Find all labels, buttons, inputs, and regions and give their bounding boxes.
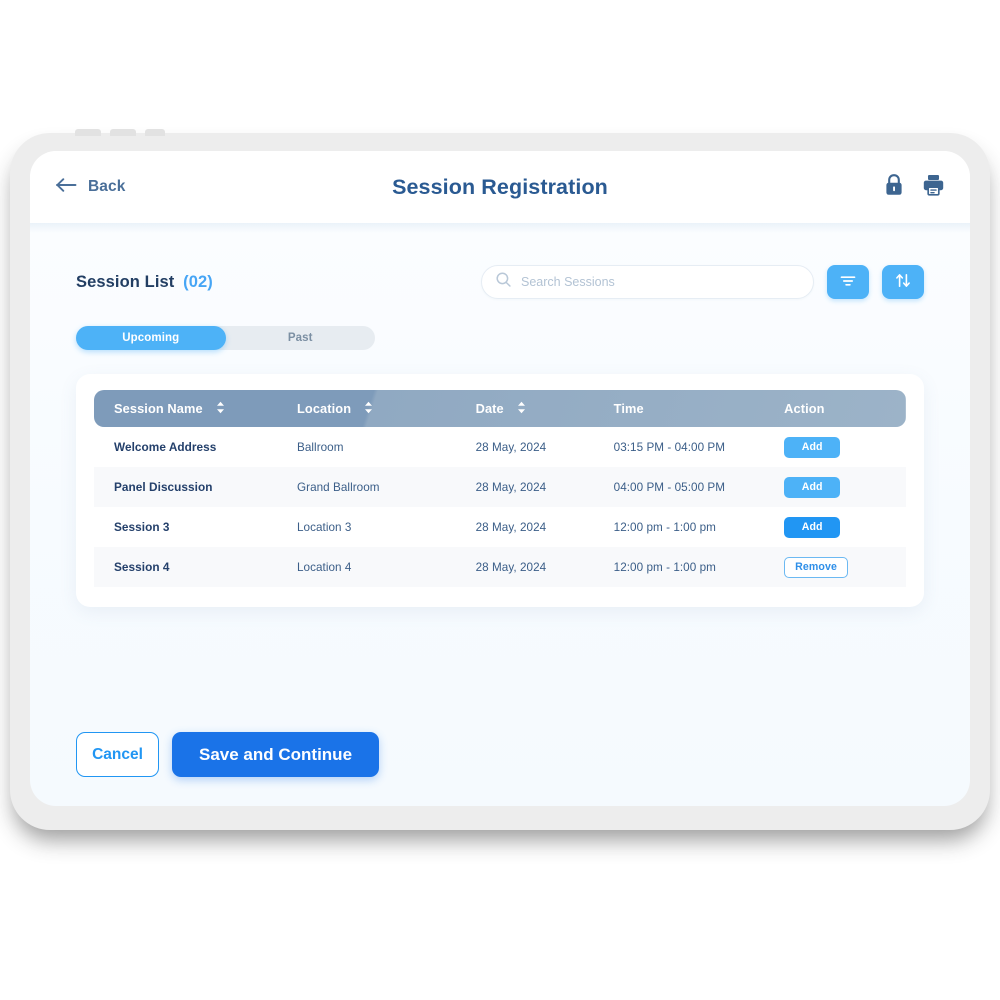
remove-session-button[interactable]: Remove bbox=[784, 556, 848, 578]
toolbar-actions bbox=[481, 265, 924, 299]
sort-toggle-icon[interactable] bbox=[216, 401, 225, 417]
tab-past[interactable]: Past bbox=[226, 326, 376, 350]
column-location-label: Location bbox=[297, 401, 352, 416]
cell-date: 28 May, 2024 bbox=[475, 520, 547, 534]
device-button-nub bbox=[110, 129, 136, 136]
cancel-button[interactable]: Cancel bbox=[76, 732, 159, 777]
cell-action: Add bbox=[784, 507, 906, 547]
column-time-label: Time bbox=[613, 401, 644, 416]
column-action: Action bbox=[784, 390, 906, 427]
cell-location: Location 4 bbox=[297, 560, 352, 574]
cell-action: Remove bbox=[784, 547, 906, 587]
table-row: Session 3 Location 3 28 May, 2024 12:00 … bbox=[94, 507, 906, 547]
back-button[interactable]: Back bbox=[56, 177, 126, 197]
column-action-label: Action bbox=[784, 401, 825, 416]
cell-location: Ballroom bbox=[297, 440, 344, 454]
table-header: Session Name Location Date Time Action bbox=[94, 390, 906, 427]
add-session-button[interactable]: Add bbox=[784, 476, 841, 498]
filter-button[interactable] bbox=[827, 265, 869, 299]
cell-action: Add bbox=[784, 427, 906, 467]
cell-date: 28 May, 2024 bbox=[475, 560, 547, 574]
cell-time: 03:15 PM - 04:00 PM bbox=[613, 440, 726, 454]
tab-upcoming[interactable]: Upcoming bbox=[76, 326, 226, 350]
lock-icon[interactable] bbox=[885, 173, 903, 201]
tab-upcoming-label: Upcoming bbox=[122, 332, 180, 344]
add-session-button[interactable]: Add bbox=[784, 436, 841, 458]
cell-date: 28 May, 2024 bbox=[475, 480, 547, 494]
device-button-nub bbox=[145, 129, 165, 136]
arrow-left-icon bbox=[56, 177, 77, 197]
back-label: Back bbox=[88, 178, 126, 195]
app-screen: Back Session Registration Session List (… bbox=[30, 151, 970, 806]
cell-session-name: Session 3 bbox=[114, 520, 170, 534]
app-header: Back Session Registration bbox=[30, 151, 970, 223]
search-input[interactable] bbox=[521, 275, 799, 289]
printer-icon[interactable] bbox=[923, 174, 944, 201]
cell-session-name: Panel Discussion bbox=[114, 480, 213, 494]
cell-date: 28 May, 2024 bbox=[475, 440, 547, 454]
add-session-button[interactable]: Add bbox=[784, 516, 841, 538]
table-row: Panel Discussion Grand Ballroom 28 May, … bbox=[94, 467, 906, 507]
sort-arrows-icon bbox=[895, 273, 911, 291]
table-row: Session 4 Location 4 28 May, 2024 12:00 … bbox=[94, 547, 906, 587]
table-header-row: Session Name Location Date Time Action bbox=[94, 390, 906, 427]
cell-time: 12:00 pm - 1:00 pm bbox=[613, 520, 716, 534]
column-session-name-label: Session Name bbox=[114, 401, 203, 416]
device-button-nub bbox=[75, 129, 101, 136]
cell-action: Add bbox=[784, 467, 906, 507]
sort-button[interactable] bbox=[882, 265, 924, 299]
sessions-table: Session Name Location Date Time Action W… bbox=[94, 390, 906, 587]
column-date[interactable]: Date bbox=[476, 390, 614, 427]
session-list-label: Session List bbox=[76, 272, 175, 291]
page-title: Session Registration bbox=[392, 174, 608, 199]
header-separator bbox=[30, 223, 970, 233]
cell-location: Location 3 bbox=[297, 520, 352, 534]
table-row: Welcome Address Ballroom 28 May, 2024 03… bbox=[94, 427, 906, 467]
sort-toggle-icon[interactable] bbox=[517, 401, 526, 417]
session-filter-tabs: Upcoming Past bbox=[76, 326, 375, 350]
search-icon bbox=[496, 272, 511, 292]
tab-past-label: Past bbox=[287, 332, 313, 344]
session-list-heading: Session List (02) bbox=[76, 273, 213, 292]
app-body: Session List (02) Search Sessions Upcomi… bbox=[30, 265, 970, 607]
session-count-badge: (02) bbox=[183, 272, 213, 291]
save-and-continue-button[interactable]: Save and Continue bbox=[172, 732, 380, 777]
column-date-label: Date bbox=[475, 401, 504, 416]
cell-time: 12:00 pm - 1:00 pm bbox=[613, 560, 716, 574]
cell-time: 04:00 PM - 05:00 PM bbox=[613, 480, 726, 494]
table-body: Welcome Address Ballroom 28 May, 2024 03… bbox=[94, 427, 906, 587]
column-time: Time bbox=[614, 390, 785, 427]
cell-location: Grand Ballroom bbox=[297, 480, 380, 494]
cell-session-name: Welcome Address bbox=[114, 440, 217, 454]
column-location[interactable]: Location bbox=[297, 390, 476, 427]
header-actions bbox=[885, 173, 944, 201]
filter-icon bbox=[840, 274, 856, 291]
sessions-table-card: Session Name Location Date Time Action W… bbox=[76, 374, 924, 607]
search-box[interactable] bbox=[481, 265, 814, 299]
sort-toggle-icon[interactable] bbox=[364, 401, 373, 417]
tablet-device-frame: Back Session Registration Session List (… bbox=[10, 129, 990, 830]
footer-actions: Cancel Save and Continue bbox=[76, 732, 380, 777]
list-toolbar: Session List (02) bbox=[76, 265, 924, 299]
column-session-name[interactable]: Session Name bbox=[94, 390, 297, 427]
cell-session-name: Session 4 bbox=[114, 560, 170, 574]
